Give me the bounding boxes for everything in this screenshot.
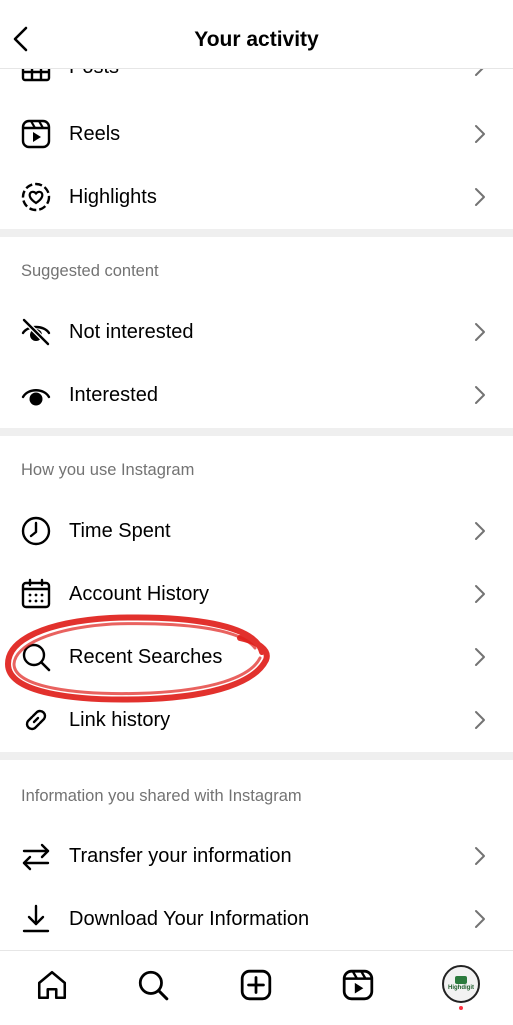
list-item-label: Reels	[69, 123, 121, 145]
chevron-right-icon	[475, 910, 485, 928]
chevron-right-icon	[475, 125, 485, 143]
brand-logo-icon	[455, 976, 467, 984]
list-item-label: Recent Searches	[69, 646, 223, 668]
list-item-label: Account History	[69, 583, 210, 605]
home-icon	[37, 970, 67, 1000]
calendar-icon	[21, 578, 51, 609]
tab-search[interactable]	[133, 965, 173, 1005]
list-item-interested[interactable]: Interested	[0, 365, 513, 425]
eye-icon	[21, 389, 51, 406]
list-item-label: Link history	[69, 709, 171, 731]
highlights-icon	[21, 182, 51, 212]
create-icon	[240, 969, 272, 1001]
download-icon	[22, 904, 50, 933]
clock-icon	[21, 516, 51, 546]
section-divider	[0, 229, 513, 237]
reels-icon	[21, 119, 51, 149]
list-item-account-history[interactable]: Account History	[0, 564, 513, 624]
list-item-recent-searches[interactable]: Recent Searches	[0, 627, 513, 687]
chevron-right-icon	[475, 386, 485, 404]
chevron-right-icon	[475, 323, 485, 341]
list-item-label: Time Spent	[69, 520, 171, 542]
eye-slash-icon	[21, 318, 51, 346]
search-icon	[138, 970, 169, 1001]
tab-home[interactable]	[32, 965, 72, 1005]
section-title-suggested: Suggested content	[21, 262, 159, 280]
list-item-label: Highlights	[69, 186, 157, 208]
list-item-label: Transfer your information	[69, 845, 292, 867]
chevron-right-icon	[475, 648, 485, 666]
tab-profile[interactable]: Highdigit	[442, 965, 480, 1010]
tab-create[interactable]	[236, 965, 276, 1005]
list-item-link-history[interactable]: Link history	[0, 690, 513, 750]
chevron-right-icon	[475, 847, 485, 865]
search-icon	[22, 643, 51, 672]
chevron-right-icon	[475, 585, 485, 603]
avatar-brand-text: Highdigit	[448, 985, 474, 991]
top-header: Your activity	[0, 0, 513, 69]
chevron-right-icon	[475, 188, 485, 206]
avatar: Highdigit	[442, 965, 480, 1003]
list-item-transfer-information[interactable]: Transfer your information	[0, 826, 513, 886]
section-title-how-you-use: How you use Instagram	[21, 461, 195, 479]
chevron-right-icon	[475, 711, 485, 729]
section-divider	[0, 752, 513, 760]
list-item-label: Download Your Information	[69, 908, 310, 930]
notification-dot	[459, 1006, 463, 1010]
page-title: Your activity	[194, 28, 319, 51]
link-icon	[25, 709, 47, 731]
section-title-info-shared: Information you shared with Instagram	[21, 787, 302, 805]
list-item-not-interested[interactable]: Not interested	[0, 302, 513, 362]
list-item-reels[interactable]: Reels	[0, 104, 513, 164]
list-item-time-spent[interactable]: Time Spent	[0, 501, 513, 561]
bottom-tab-bar: Highdigit	[0, 950, 513, 1025]
tab-reels[interactable]	[338, 965, 378, 1005]
transfer-arrows-icon	[22, 843, 50, 871]
list-item-download-information[interactable]: Download Your Information	[0, 889, 513, 949]
reels-icon	[342, 969, 374, 1001]
list-item-label: Interested	[69, 384, 158, 406]
section-divider	[0, 428, 513, 436]
list-item-highlights[interactable]: Highlights	[0, 167, 513, 227]
list-item-label: Not interested	[69, 321, 194, 343]
chevron-right-icon	[475, 522, 485, 540]
